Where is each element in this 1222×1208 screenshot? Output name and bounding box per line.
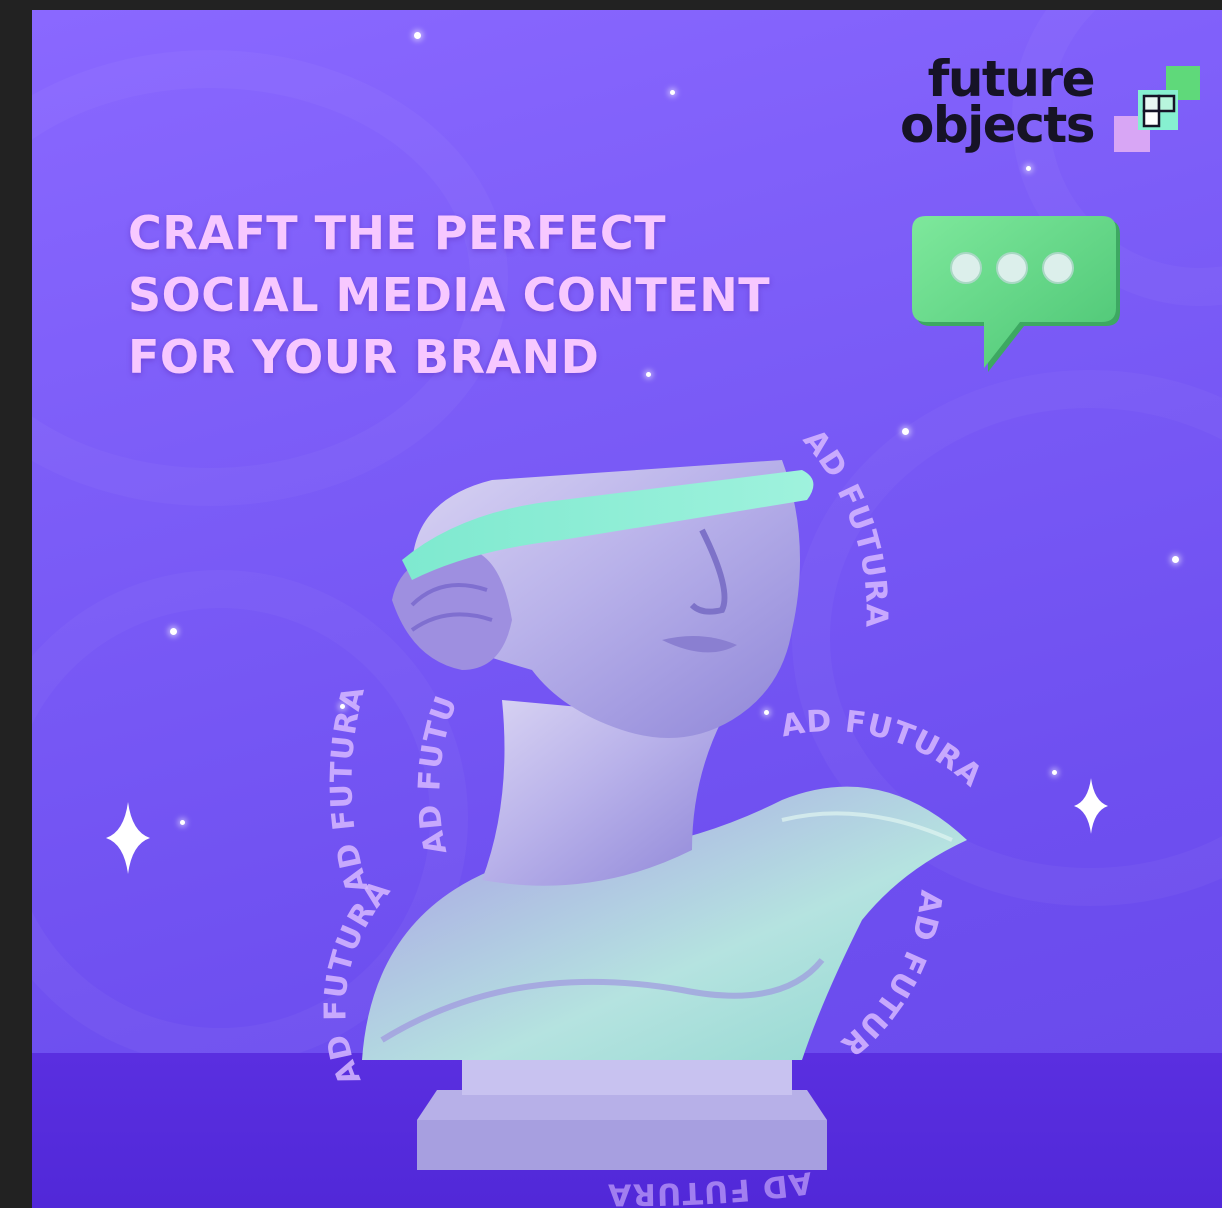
image-frame: CRAFT THE PERFECT SOCIAL MEDIA CONTENT F… [0, 0, 1222, 1208]
logo-mark-icon [1114, 66, 1200, 152]
poster: CRAFT THE PERFECT SOCIAL MEDIA CONTENT F… [32, 10, 1222, 1208]
sparkle-icon [106, 802, 150, 874]
star-dot [646, 372, 651, 377]
logo-line-2: objects [900, 96, 1096, 154]
star-dot [340, 704, 345, 709]
logo-wordmark: future objects [900, 54, 1096, 154]
star-dot [1172, 556, 1179, 563]
headline-line-1: CRAFT THE PERFECT [128, 206, 666, 260]
ring-text: AD FUTURA [778, 704, 989, 795]
star-dot [1026, 166, 1031, 171]
ring-text: AD FUTURA [796, 423, 894, 629]
star-dot [170, 628, 177, 635]
brand-logo: future objects [884, 54, 1204, 174]
sparkle-icon [1074, 778, 1108, 834]
headline-line-2: SOCIAL MEDIA CONTENT [128, 268, 771, 322]
statue-bust: AD FUTURA AD FUTURA AD FUTURA AD FUTUR A … [262, 400, 989, 1208]
chat-bubble-icon [912, 216, 1120, 372]
headline: CRAFT THE PERFECT SOCIAL MEDIA CONTENT F… [128, 202, 770, 388]
star-dot [1052, 770, 1057, 775]
star-dot [180, 820, 185, 825]
star-dot [764, 710, 769, 715]
star-dot [902, 428, 909, 435]
ring-text: AD FUTURA [324, 682, 376, 897]
star-dot [670, 90, 675, 95]
star-dot [414, 32, 421, 39]
ring-text: AD FUTURA [607, 1164, 814, 1208]
headline-line-3: FOR YOUR BRAND [128, 330, 600, 384]
